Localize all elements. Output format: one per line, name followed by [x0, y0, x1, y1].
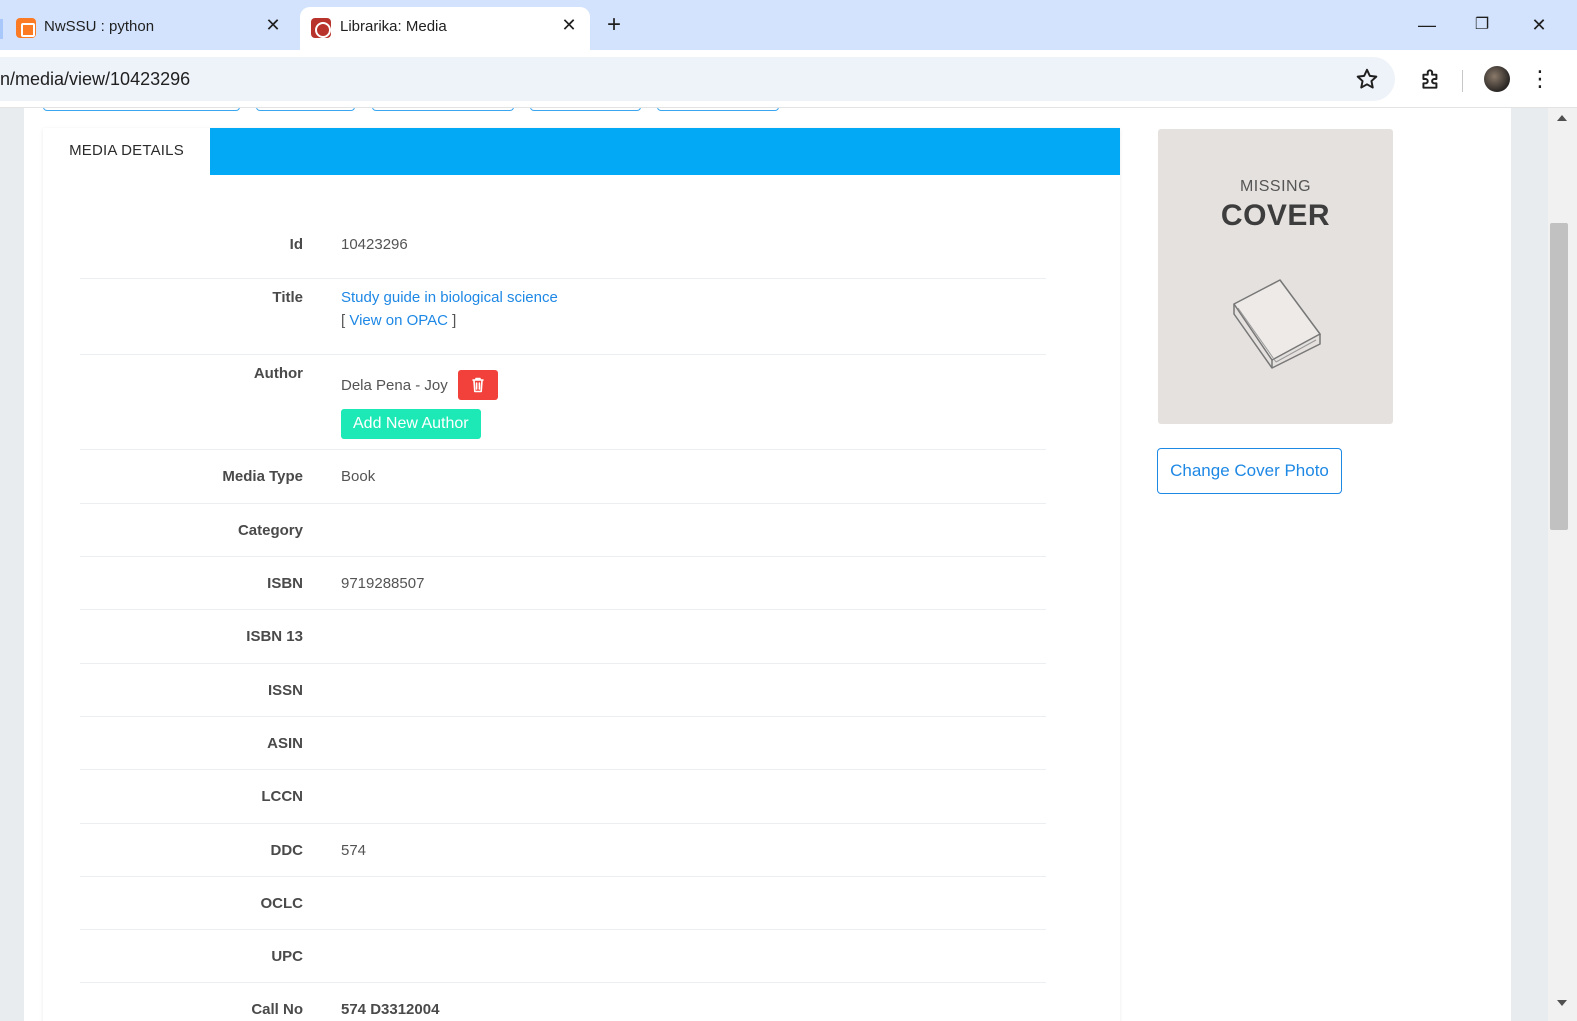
detail-row-asin: ASIN — [80, 717, 1046, 770]
detail-row-lccn: LCCN — [80, 770, 1046, 824]
detail-label: Call No — [251, 1001, 303, 1018]
detail-value: Book — [341, 468, 376, 485]
scroll-down-arrow-icon[interactable] — [1557, 1000, 1567, 1006]
detail-label: UPC — [271, 948, 303, 965]
browser-toolbar: n/media/view/10423296 ⋮ — [0, 50, 1577, 108]
scrollbar-thumb[interactable] — [1550, 223, 1568, 530]
toolbar-divider — [1462, 70, 1463, 92]
librarika-icon — [311, 18, 331, 38]
top-action-button[interactable] — [530, 108, 641, 111]
title-link-text[interactable]: Study guide in biological science — [341, 289, 558, 306]
delete-author-button[interactable] — [458, 370, 498, 400]
detail-value: 574 D3312004 — [341, 1001, 440, 1018]
window-close-button[interactable]: ✕ — [1524, 10, 1554, 40]
xampp-icon — [16, 18, 36, 38]
detail-label: ISSN — [267, 682, 303, 699]
detail-row-ddc: DDC 574 — [80, 824, 1046, 877]
detail-label: Category — [237, 522, 303, 539]
scroll-up-arrow-icon[interactable] — [1557, 115, 1567, 121]
detail-value: 10423296 — [341, 236, 408, 253]
panel-header: MEDIA DETAILS — [43, 128, 1120, 175]
detail-row-title: Title Study guide in biological science … — [80, 279, 1046, 355]
detail-value: 574 — [341, 842, 367, 859]
details-list: Id 10423296 Title Study guide in biologi… — [80, 225, 1046, 1021]
tab-title: Librarika: Media — [340, 18, 447, 35]
view-on-opac-link[interactable]: View on OPAC — [349, 312, 448, 329]
detail-row-upc: UPC — [80, 930, 1046, 983]
detail-row-id: Id 10423296 — [80, 225, 1046, 279]
profile-avatar[interactable] — [1484, 66, 1510, 92]
detail-label: OCLC — [260, 895, 304, 912]
detail-row-issn: ISSN — [80, 664, 1046, 717]
tab-title: NwSSU : python — [44, 18, 155, 35]
detail-row-media-type: Media Type Book — [80, 450, 1046, 504]
opac-link-wrapper: [ View on OPAC ] — [341, 312, 456, 329]
extensions-icon[interactable] — [1418, 66, 1444, 92]
detail-label: DDC — [270, 842, 304, 859]
detail-row-call-no: Call No 574 D3312004 — [80, 983, 1046, 1021]
close-icon[interactable]: ✕ — [557, 13, 581, 37]
close-icon[interactable]: ✕ — [261, 13, 285, 37]
detail-row-isbn13: ISBN 13 — [80, 610, 1046, 664]
bookmark-star-icon[interactable] — [1354, 66, 1380, 92]
page-scrollbar[interactable] — [1548, 108, 1577, 1021]
detail-label: LCCN — [261, 788, 303, 805]
detail-row-author: Author Dela Pena - Joy Add New Author — [80, 355, 1046, 450]
change-cover-photo-button[interactable]: Change Cover Photo — [1157, 448, 1342, 494]
title-link[interactable]: Study guide in biological science — [341, 289, 558, 306]
tab-edge-indicator — [0, 19, 3, 39]
detail-label: ISBN — [267, 575, 303, 592]
missing-cover-image: MISSING COVER — [1158, 129, 1393, 424]
book-icon — [1233, 279, 1321, 369]
page-viewport: MEDIA DETAILS Id 10423296 Title Study gu… — [0, 108, 1548, 1021]
add-new-author-button[interactable]: Add New Author — [341, 409, 481, 439]
bracket-close: ] — [448, 312, 457, 329]
top-action-button[interactable] — [372, 108, 514, 111]
browser-menu-icon[interactable]: ⋮ — [1528, 65, 1552, 93]
detail-row-isbn: ISBN 9719288507 — [80, 557, 1046, 610]
minimize-button[interactable]: — — [1412, 10, 1442, 40]
top-action-button[interactable] — [657, 108, 779, 111]
detail-label: ISBN 13 — [246, 628, 303, 645]
detail-value: 9719288507 — [341, 575, 425, 592]
page-container: MEDIA DETAILS Id 10423296 Title Study gu… — [24, 108, 1511, 1021]
trash-icon — [472, 377, 484, 393]
new-tab-button[interactable]: + — [600, 12, 628, 40]
top-action-button[interactable] — [43, 108, 240, 111]
media-details-panel: MEDIA DETAILS Id 10423296 Title Study gu… — [43, 128, 1120, 1021]
browser-tab-bar: NwSSU : python ✕ Librarika: Media ✕ + — … — [0, 0, 1577, 50]
cover-text-missing: MISSING — [1239, 178, 1312, 195]
address-bar[interactable]: n/media/view/10423296 — [0, 57, 1395, 101]
author-name: Dela Pena - Joy — [341, 377, 448, 394]
tab-media-details[interactable]: MEDIA DETAILS — [43, 128, 210, 175]
restore-button[interactable]: ❐ — [1467, 10, 1497, 40]
detail-row-category: Category — [80, 504, 1046, 557]
detail-label: Author — [253, 365, 303, 382]
top-action-button[interactable] — [256, 108, 355, 111]
tab-librarika[interactable]: Librarika: Media ✕ — [300, 7, 590, 50]
detail-row-oclc: OCLC — [80, 877, 1046, 930]
detail-label: Id — [289, 236, 303, 253]
detail-label: Media Type — [222, 468, 303, 485]
url-text[interactable]: n/media/view/10423296 — [0, 69, 190, 90]
detail-label: ASIN — [267, 735, 303, 752]
detail-label: Title — [272, 289, 303, 306]
cover-text-cover: COVER — [1220, 199, 1331, 232]
tab-nwssu[interactable]: NwSSU : python ✕ — [0, 7, 296, 50]
